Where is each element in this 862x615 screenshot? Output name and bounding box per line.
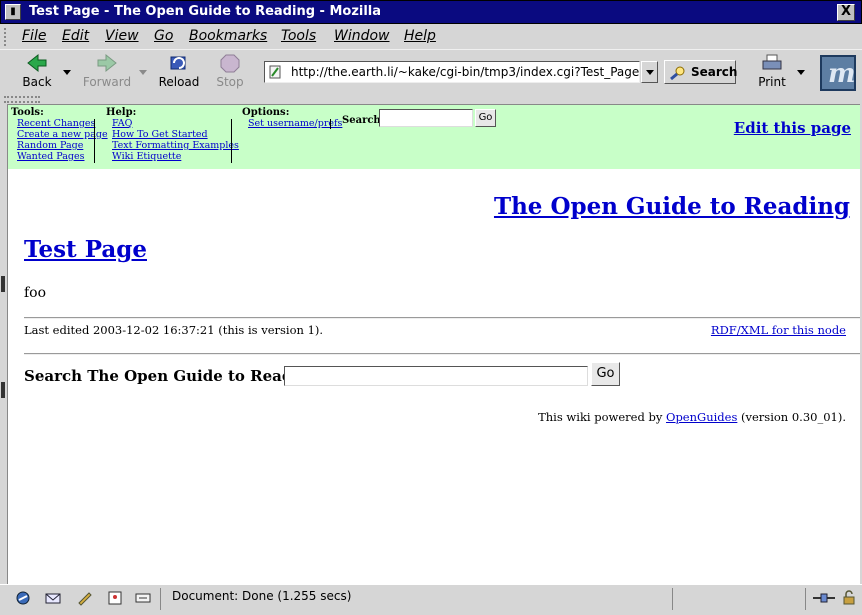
- wiki-options-section: Options: Set username/prefs: [242, 107, 342, 129]
- url-history-dropdown-button[interactable]: [641, 61, 658, 83]
- site-title-link[interactable]: The Open Guide to Reading: [494, 193, 850, 220]
- nav-divider: [231, 119, 232, 163]
- sidebar-edge: [0, 104, 7, 584]
- addressbook-icon[interactable]: [106, 590, 124, 606]
- status-divider: [160, 588, 161, 610]
- forward-arrow-icon: [96, 53, 118, 73]
- divider: [24, 317, 860, 319]
- back-arrow-icon: [26, 53, 48, 73]
- mozilla-throbber-logo[interactable]: m: [820, 55, 856, 91]
- page-body-text: foo: [24, 285, 47, 301]
- security-lock-icon[interactable]: [840, 590, 858, 606]
- powered-suffix-text: (version 0.30_01).: [741, 410, 846, 424]
- forward-button[interactable]: Forward: [82, 53, 132, 93]
- menu-bar: File Edit View Go Bookmarks Tools Window…: [0, 24, 862, 49]
- window-title: Test Page - The Open Guide to Reading - …: [29, 4, 382, 19]
- status-text: Document: Done (1.255 secs): [172, 589, 352, 603]
- menu-help[interactable]: Help: [404, 28, 436, 44]
- menu-edit[interactable]: Edit: [62, 28, 89, 44]
- reload-icon: [168, 53, 190, 73]
- search-icon: [670, 66, 685, 81]
- link-how-to-get-started[interactable]: How To Get Started: [112, 129, 239, 140]
- window-menu-button[interactable]: ▮: [5, 4, 21, 20]
- wiki-search-input[interactable]: [379, 109, 473, 127]
- divider: [24, 353, 860, 355]
- stop-button[interactable]: Stop: [213, 53, 247, 93]
- bottom-search-label: Search The Open Guide to Reading:: [24, 367, 325, 385]
- navigator-icon[interactable]: [14, 590, 32, 606]
- chevron-down-icon: [646, 70, 654, 75]
- link-set-username-prefs[interactable]: Set username/prefs: [248, 118, 342, 129]
- status-divider: [672, 588, 673, 610]
- bottom-search-go-button[interactable]: Go: [591, 362, 620, 386]
- link-faq[interactable]: FAQ: [112, 118, 239, 129]
- menubar-grip-icon[interactable]: [4, 28, 9, 46]
- print-options-dropdown-icon[interactable]: [797, 70, 805, 75]
- menu-bookmarks[interactable]: Bookmarks: [189, 28, 267, 44]
- powered-prefix-text: This wiki powered by: [538, 410, 663, 424]
- search-button[interactable]: Search: [664, 60, 737, 84]
- help-heading: Help:: [106, 107, 137, 118]
- personal-toolbar-grip: [0, 95, 862, 104]
- menu-window[interactable]: Window: [334, 28, 390, 44]
- link-wiki-etiquette[interactable]: Wiki Etiquette: [112, 151, 239, 162]
- menu-go[interactable]: Go: [154, 28, 173, 44]
- page-proxy-icon[interactable]: [269, 65, 283, 79]
- page-title-link[interactable]: Test Page: [24, 236, 147, 263]
- window-titlebar: ▮ Test Page - The Open Guide to Reading …: [0, 0, 862, 24]
- options-heading: Options:: [242, 107, 290, 118]
- nav-divider: [330, 119, 331, 129]
- back-history-dropdown-icon[interactable]: [63, 70, 71, 75]
- printer-icon: [761, 53, 783, 73]
- page-content: Tools: Recent Changes Create a new page …: [7, 104, 860, 584]
- wiki-navbar: Tools: Recent Changes Create a new page …: [8, 105, 860, 169]
- stop-icon: [219, 53, 241, 73]
- powered-by-footer: This wiki powered by OpenGuides (version…: [538, 410, 846, 424]
- last-edited-text: Last edited 2003-12-02 16:37:21 (this is…: [24, 323, 324, 337]
- sidebar-splitter-icon[interactable]: [1, 382, 5, 398]
- online-connection-icon[interactable]: [812, 590, 836, 606]
- status-bar: Document: Done (1.255 secs): [0, 584, 862, 615]
- status-divider: [805, 588, 806, 610]
- url-text: http://the.earth.li/~kake/cgi-bin/tmp3/i…: [291, 65, 640, 79]
- openguides-link[interactable]: OpenGuides: [666, 410, 737, 424]
- menu-view[interactable]: View: [105, 28, 139, 44]
- forward-history-dropdown-icon[interactable]: [139, 70, 147, 75]
- reload-button[interactable]: Reload: [157, 53, 201, 93]
- back-button[interactable]: Back: [16, 53, 58, 93]
- sidebar-splitter-icon[interactable]: [1, 276, 5, 292]
- url-field[interactable]: http://the.earth.li/~kake/cgi-bin/tmp3/i…: [264, 61, 640, 83]
- menu-tools[interactable]: Tools: [281, 28, 316, 44]
- close-window-button[interactable]: X: [837, 4, 855, 21]
- bottom-search-input[interactable]: [284, 366, 588, 386]
- irc-icon[interactable]: [134, 590, 152, 606]
- menu-file[interactable]: File: [22, 28, 46, 44]
- wiki-help-section: Help: FAQ How To Get Started Text Format…: [106, 107, 239, 162]
- edit-this-page-link[interactable]: Edit this page: [734, 119, 851, 137]
- link-text-formatting-examples[interactable]: Text Formatting Examples: [112, 140, 239, 151]
- tools-heading: Tools:: [11, 107, 44, 118]
- toolbar-grip-icon[interactable]: [4, 96, 40, 103]
- print-button[interactable]: Print: [755, 53, 789, 93]
- navigation-toolbar: Back Forward Reload Stop http://the.eart…: [0, 49, 862, 95]
- composer-icon[interactable]: [76, 590, 94, 606]
- nav-divider: [94, 119, 95, 163]
- rdf-xml-link[interactable]: RDF/XML for this node: [711, 323, 846, 337]
- mail-icon[interactable]: [44, 590, 62, 606]
- wiki-search-go-button[interactable]: Go: [475, 109, 496, 127]
